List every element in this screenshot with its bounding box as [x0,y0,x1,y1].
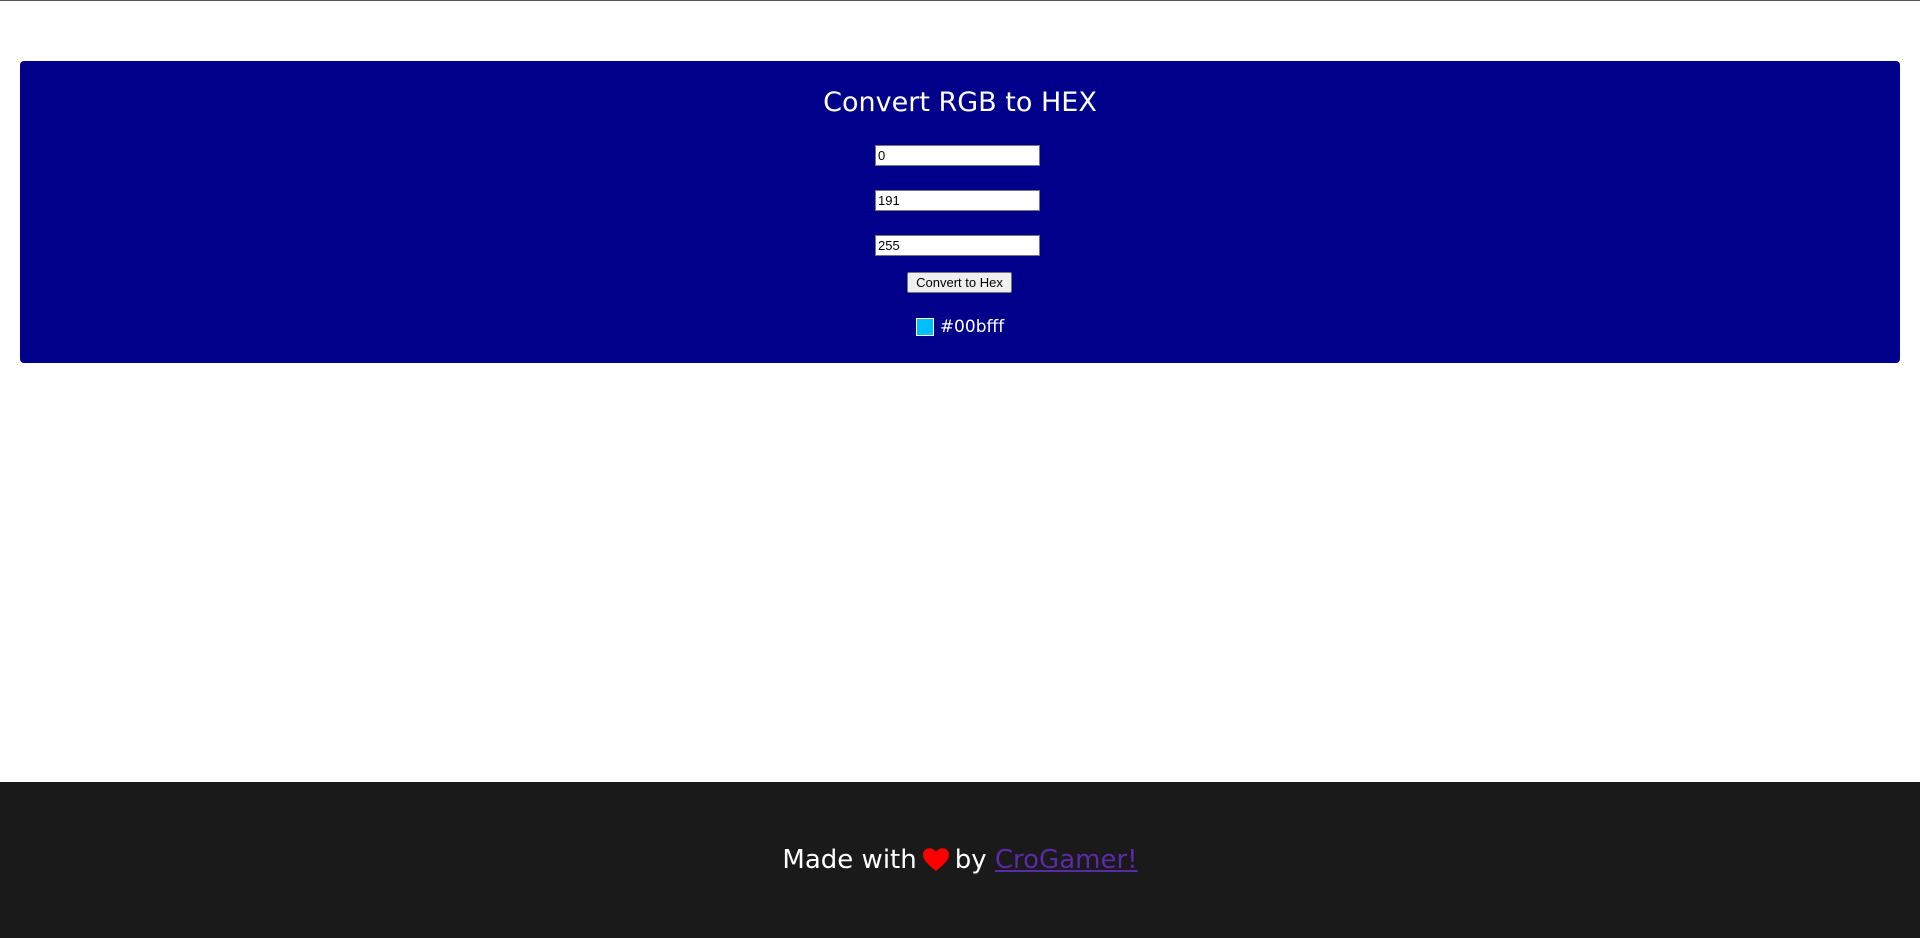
footer-credit: Made with by CroGamer! [782,845,1137,875]
hex-result-text: #00bfff [939,317,1005,337]
result-display: #00bfff [20,316,1900,338]
converter-title: Convert RGB to HEX [823,87,1097,118]
convert-to-hex-button[interactable]: Convert to Hex [907,272,1012,293]
green-input[interactable] [875,190,1040,211]
blue-input[interactable] [875,235,1040,256]
red-input[interactable] [875,145,1040,166]
heart-icon [922,848,949,871]
author-link[interactable]: CroGamer! [995,845,1138,875]
top-border-line [0,0,1920,1]
page-footer: Made with by CroGamer! [0,782,1920,938]
footer-by: by [954,845,987,875]
converter-panel: Convert RGB to HEX Convert to Hex #00bff… [20,61,1900,363]
color-swatch [915,318,934,336]
footer-prefix: Made with [782,845,917,875]
